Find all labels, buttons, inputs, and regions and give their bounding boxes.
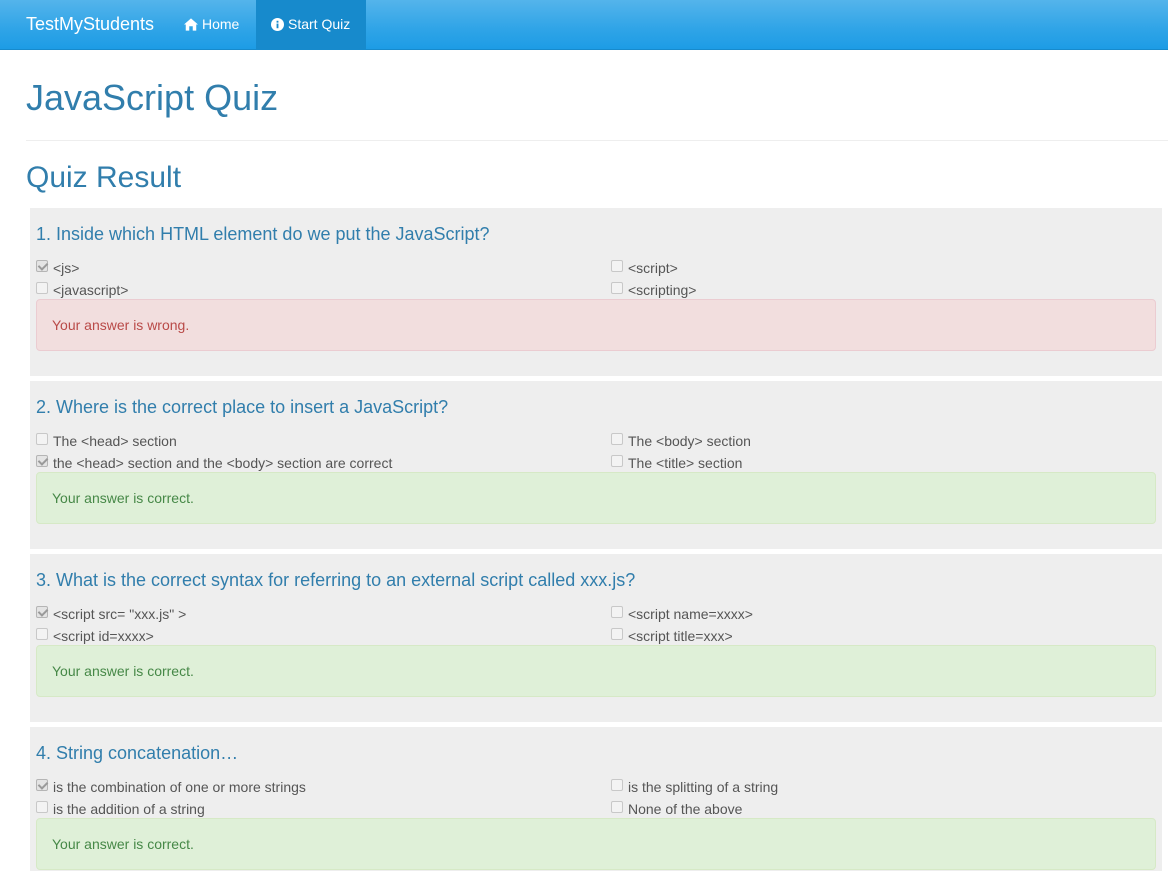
question-title: 3. What is the correct syntax for referr…	[36, 570, 636, 590]
title-divider	[26, 140, 1168, 141]
result-alert-correct: Your answer is correct.	[36, 645, 1156, 697]
answer-checkbox[interactable]	[611, 455, 623, 467]
answer-checkbox[interactable]	[611, 282, 623, 294]
answer-checkbox[interactable]	[611, 628, 623, 640]
answer-label: is the addition of a string	[53, 801, 205, 817]
answer-label: the <head> section and the <body> sectio…	[53, 455, 393, 471]
answer-label: <script>	[628, 260, 678, 276]
home-icon	[184, 18, 198, 31]
answer-checkbox[interactable]	[36, 455, 48, 467]
answer-label: <scripting>	[628, 282, 697, 298]
page-title: JavaScript Quiz	[26, 77, 279, 118]
answer-checkbox[interactable]	[611, 606, 623, 618]
question-title: 2. Where is the correct place to insert …	[36, 397, 449, 417]
section-title: Quiz Result	[26, 161, 182, 194]
answer-checkbox[interactable]	[36, 779, 48, 791]
answer-label: <javascript>	[53, 282, 129, 298]
answer-label: The <head> section	[53, 433, 177, 449]
answer-label: is the splitting of a string	[628, 779, 779, 795]
question-card: 4. String concatenation… is the combinat…	[30, 727, 1162, 871]
answer-label: <script title=xxx>	[628, 628, 733, 644]
nav-start-quiz-link[interactable]: Start Quiz	[256, 0, 366, 50]
answer-checkbox[interactable]	[36, 260, 48, 272]
result-alert-correct: Your answer is correct.	[36, 818, 1156, 870]
answer-label: The <body> section	[628, 433, 751, 449]
answer-checkbox[interactable]	[36, 628, 48, 640]
answer-checkbox[interactable]	[36, 282, 48, 294]
answer-label: is the combination of one or more string…	[53, 779, 306, 795]
result-alert-correct: Your answer is correct.	[36, 472, 1156, 524]
answer-checkbox[interactable]	[611, 801, 623, 813]
answer-label: <script name=xxxx>	[628, 606, 753, 622]
result-alert-wrong: Your answer is wrong.	[36, 299, 1156, 351]
question-card: 2. Where is the correct place to insert …	[30, 381, 1162, 549]
answer-checkbox[interactable]	[611, 260, 623, 272]
question-card: 3. What is the correct syntax for referr…	[30, 554, 1162, 722]
answer-label: None of the above	[628, 801, 743, 817]
info-circle-icon	[271, 18, 284, 31]
answer-checkbox[interactable]	[611, 433, 623, 445]
answer-checkbox[interactable]	[36, 606, 48, 618]
answer-label: <script id=xxxx>	[53, 628, 154, 644]
answer-checkbox[interactable]	[36, 433, 48, 445]
question-title: 1. Inside which HTML element do we put t…	[36, 224, 490, 244]
answer-checkbox[interactable]	[36, 801, 48, 813]
answer-label: <script src= "xxx.js" >	[53, 606, 187, 622]
question-card: 1. Inside which HTML element do we put t…	[30, 208, 1162, 376]
answer-label: The <title> section	[628, 455, 743, 471]
nav-start-quiz-label: Start Quiz	[288, 16, 351, 32]
answer-label: <js>	[53, 260, 80, 276]
nav-home-label: Home	[202, 16, 240, 32]
navbar-brand[interactable]: TestMyStudents	[26, 0, 154, 50]
answer-checkbox[interactable]	[611, 779, 623, 791]
nav-home-link[interactable]: Home	[169, 0, 256, 50]
question-title: 4. String concatenation…	[36, 743, 239, 763]
navbar: TestMyStudents Home Start Quiz	[0, 0, 1168, 50]
